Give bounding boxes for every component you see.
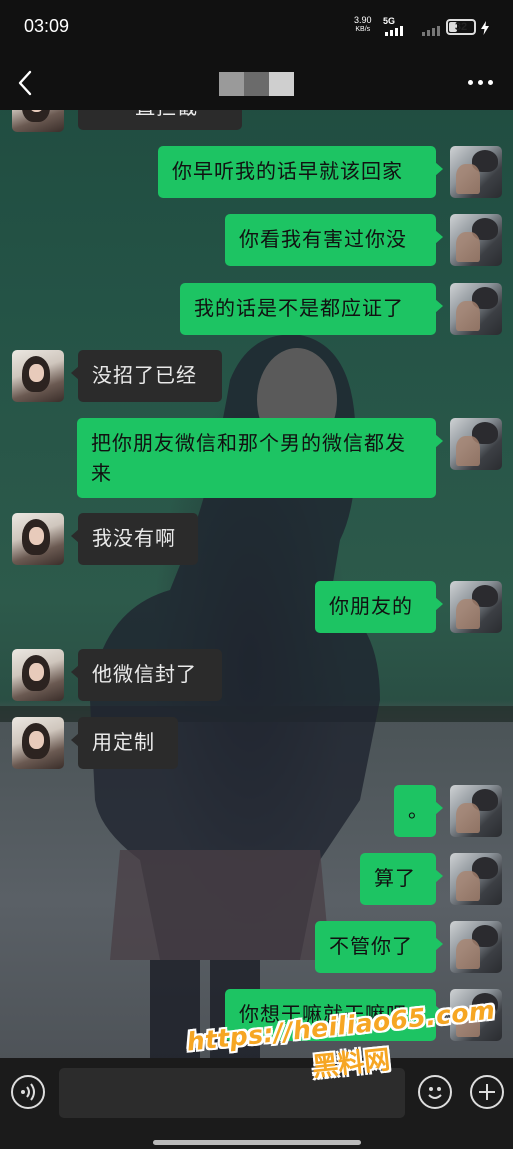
message-bubble-sent[interactable]: 你朋友的 [315, 581, 443, 633]
network-speed: 3.90 KB/s [354, 15, 372, 35]
my-avatar[interactable] [450, 418, 502, 470]
chat-title-redacted [219, 72, 294, 96]
my-avatar[interactable] [450, 853, 502, 905]
my-avatar[interactable] [450, 214, 502, 266]
message-bubble-sent[interactable]: 把你朋友微信和那个男的微信都发来 [77, 418, 443, 498]
my-avatar[interactable] [450, 989, 502, 1041]
message-bubble-sent[interactable]: 。 [394, 785, 443, 837]
message-bubble-sent[interactable]: 不管你了 [315, 921, 443, 973]
message-bubble-received[interactable]: 我没有啊 [71, 513, 198, 565]
my-avatar[interactable] [450, 785, 502, 837]
my-avatar[interactable] [450, 146, 502, 198]
voice-input-icon[interactable] [11, 1075, 45, 1109]
signal-strength-icon [385, 26, 403, 36]
contact-avatar[interactable] [12, 350, 64, 402]
message-bubble-received[interactable]: 他微信封了 [71, 649, 222, 701]
message-bubble-received[interactable]: 没招了已经 [71, 350, 222, 402]
contact-avatar[interactable] [12, 717, 64, 769]
charging-icon [481, 21, 489, 35]
my-avatar[interactable] [450, 921, 502, 973]
header-foreground [0, 56, 513, 110]
home-indicator[interactable] [153, 1140, 361, 1145]
message-bubble-sent[interactable]: 你看我有害过你没 [225, 214, 443, 266]
status-time: 03:09 [24, 16, 70, 36]
message-bubble-received[interactable]: 用定制 [71, 717, 178, 769]
message-bubble-sent[interactable]: 算了 [360, 853, 443, 905]
message-bubble-sent[interactable]: 你早听我的话早就该回家 [158, 146, 443, 198]
contact-avatar[interactable] [12, 649, 64, 701]
plus-icon[interactable] [470, 1075, 504, 1109]
my-avatar[interactable] [450, 581, 502, 633]
input-bar [0, 1058, 513, 1149]
battery-icon: 32 [446, 19, 476, 35]
network-speed-value: 3.90 [354, 15, 372, 25]
my-avatar[interactable] [450, 283, 502, 335]
signal-strength-2-icon [422, 26, 440, 36]
battery-level: 32 [454, 21, 468, 33]
more-dots-icon[interactable] [468, 80, 493, 85]
emoji-icon[interactable] [418, 1075, 452, 1109]
contact-avatar[interactable] [12, 513, 64, 565]
network-type: 5G [383, 16, 396, 26]
back-chevron-icon[interactable] [14, 68, 38, 98]
status-bar: 03:09 3.90 KB/s 5G 32 [0, 0, 513, 56]
network-speed-unit: KB/s [355, 26, 371, 33]
message-bubble-sent[interactable]: 我的话是不是都应证了 [180, 283, 443, 335]
message-input[interactable] [59, 1068, 405, 1118]
message-bubble-sent[interactable]: 你想干嘛就干嘛吧 [225, 989, 443, 1041]
